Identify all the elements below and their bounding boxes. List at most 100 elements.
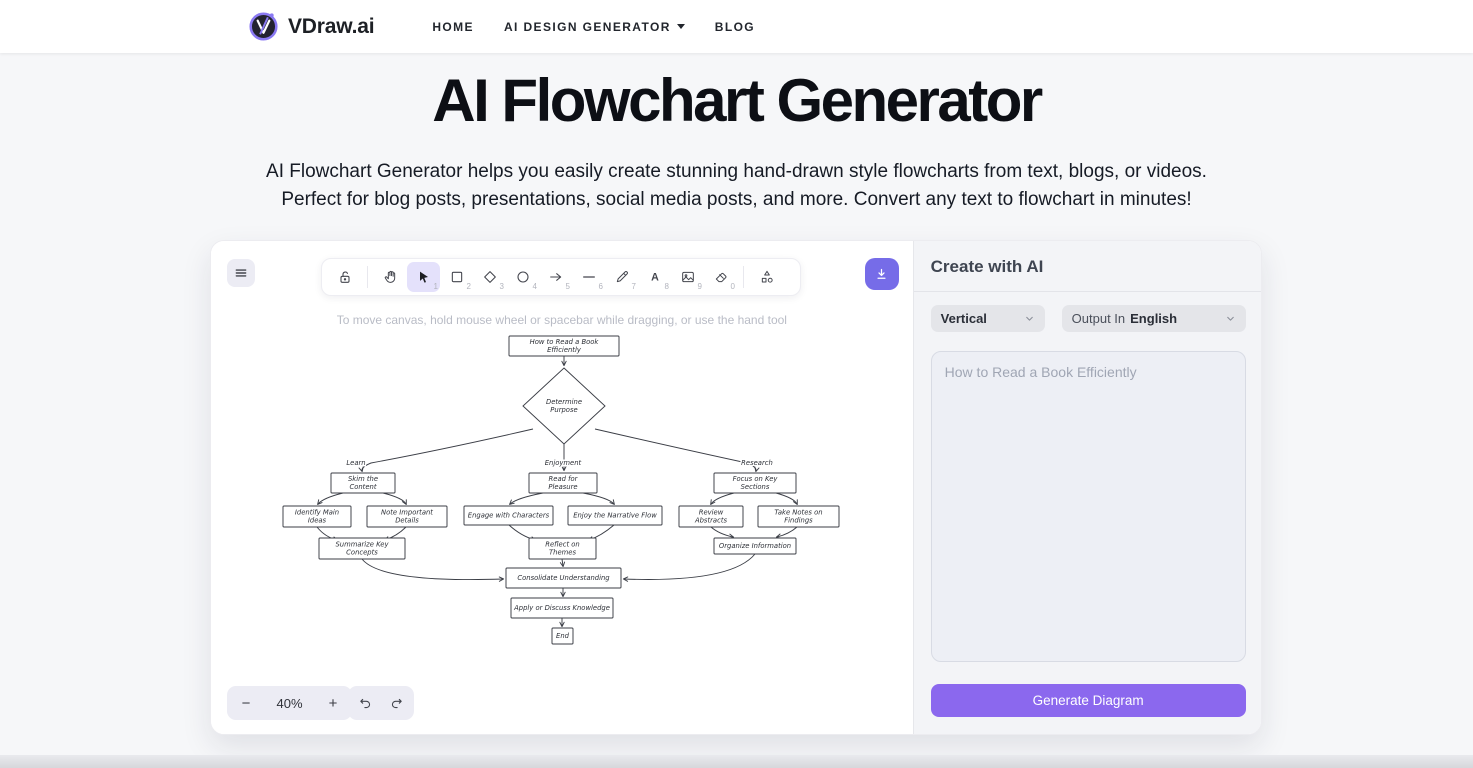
svg-text:How to Read a Book: How to Read a Book <box>530 338 600 346</box>
eraser-icon <box>713 269 729 285</box>
line-tool-button[interactable]: 6 <box>572 262 605 292</box>
hamburger-icon <box>234 266 248 280</box>
svg-text:Note Important: Note Important <box>381 509 433 517</box>
output-value: English <box>1130 311 1177 326</box>
svg-text:Enjoyment: Enjoyment <box>545 459 582 467</box>
svg-text:Purpose: Purpose <box>550 406 577 414</box>
zoom-in-button[interactable]: + <box>314 686 352 720</box>
svg-text:Content: Content <box>349 483 376 491</box>
svg-text:A: A <box>651 271 659 283</box>
subtitle-line-1: AI Flowchart Generator helps you easily … <box>0 158 1473 186</box>
brand-name: VDraw.ai <box>288 15 374 39</box>
svg-text:Take Notes on: Take Notes on <box>774 509 822 517</box>
zoom-level[interactable]: 40% <box>265 696 314 711</box>
drawing-canvas[interactable]: 1 2 3 4 <box>211 241 913 734</box>
svg-text:Pleasure: Pleasure <box>548 483 577 491</box>
image-tool-button[interactable]: 9 <box>671 262 704 292</box>
page-bottom-strip <box>0 755 1473 768</box>
generate-diagram-button[interactable]: Generate Diagram <box>931 684 1246 717</box>
download-icon <box>874 267 889 282</box>
canvas-hint: To move canvas, hold mouse wheel or spac… <box>211 313 913 327</box>
menu-button[interactable] <box>227 259 255 287</box>
brand-logo[interactable]: VDraw.ai <box>248 11 374 42</box>
panel-selects: Vertical Output In English <box>931 305 1246 332</box>
canvas-flowchart[interactable]: How to Read a BookEfficiently DeterminePu… <box>281 331 851 661</box>
svg-text:Summarize Key: Summarize Key <box>335 541 389 549</box>
zoom-out-button[interactable]: − <box>227 686 265 720</box>
shapes-tool-button[interactable] <box>750 262 783 292</box>
svg-text:Learn: Learn <box>346 459 365 467</box>
svg-text:Abstracts: Abstracts <box>694 516 728 524</box>
svg-text:Skim the: Skim the <box>348 475 378 483</box>
diamond-tool-button[interactable]: 3 <box>473 262 506 292</box>
svg-text:Themes: Themes <box>549 548 576 556</box>
output-label: Output In <box>1072 311 1125 326</box>
history-controls <box>348 686 414 720</box>
svg-text:Ideas: Ideas <box>308 516 327 524</box>
selection-tool-button[interactable]: 1 <box>407 262 440 292</box>
ellipse-icon <box>515 269 531 285</box>
nav-item-ai-design-generator[interactable]: AI DESIGN GENERATOR <box>504 20 685 34</box>
rectangle-tool-button[interactable]: 2 <box>440 262 473 292</box>
svg-text:Focus on Key: Focus on Key <box>733 475 779 483</box>
prompt-input[interactable] <box>931 351 1246 662</box>
undo-icon <box>358 696 373 711</box>
svg-text:Identify Main: Identify Main <box>295 509 339 517</box>
pencil-icon <box>614 269 630 285</box>
svg-text:Research: Research <box>741 459 773 467</box>
cursor-icon <box>416 269 432 285</box>
image-icon <box>680 269 696 285</box>
svg-text:Review: Review <box>699 509 724 517</box>
svg-text:Apply or Discuss Knowledge: Apply or Discuss Knowledge <box>513 604 610 612</box>
page-title: AI Flowchart Generator <box>0 66 1473 135</box>
redo-button[interactable] <box>383 689 411 717</box>
text-icon: A <box>647 269 663 285</box>
toolbar-divider <box>743 266 744 288</box>
generator-card: 1 2 3 4 <box>210 240 1262 735</box>
svg-text:Consolidate Understanding: Consolidate Understanding <box>517 574 610 582</box>
text-tool-button[interactable]: A 8 <box>638 262 671 292</box>
output-language-select[interactable]: Output In English <box>1062 305 1246 332</box>
svg-text:Engage with Characters: Engage with Characters <box>468 512 550 520</box>
chevron-down-icon <box>677 24 685 29</box>
svg-text:Details: Details <box>395 516 419 524</box>
draw-tool-button[interactable]: 7 <box>605 262 638 292</box>
toolbar-divider <box>367 266 368 288</box>
vdraw-logo-icon <box>248 11 279 42</box>
svg-text:Efficiently: Efficiently <box>547 346 582 354</box>
svg-text:Concepts: Concepts <box>346 548 378 556</box>
nav-links: HOME AI DESIGN GENERATOR BLOG <box>432 20 755 34</box>
page-subtitle: AI Flowchart Generator helps you easily … <box>0 158 1473 214</box>
svg-text:Findings: Findings <box>784 516 813 524</box>
panel-title: Create with AI <box>914 241 1261 292</box>
svg-text:End: End <box>556 632 570 640</box>
nav-item-blog[interactable]: BLOG <box>715 20 755 34</box>
download-button[interactable] <box>865 258 899 290</box>
svg-text:Sections: Sections <box>741 483 770 491</box>
svg-text:Reflect on: Reflect on <box>545 541 580 549</box>
svg-text:Determine: Determine <box>546 398 582 406</box>
top-navbar: VDraw.ai HOME AI DESIGN GENERATOR BLOG <box>0 0 1473 53</box>
arrow-icon <box>548 269 564 285</box>
arrow-tool-button[interactable]: 5 <box>539 262 572 292</box>
direction-value: Vertical <box>941 311 1024 326</box>
ellipse-tool-button[interactable]: 4 <box>506 262 539 292</box>
rectangle-icon <box>449 269 465 285</box>
tool-toolbar: 1 2 3 4 <box>321 258 801 296</box>
hand-tool-button[interactable] <box>374 262 407 292</box>
lock-tool-button[interactable] <box>328 262 361 292</box>
hand-icon <box>383 269 399 285</box>
lock-open-icon <box>337 269 353 285</box>
direction-select[interactable]: Vertical <box>931 305 1045 332</box>
redo-icon <box>389 696 404 711</box>
chevron-down-icon <box>1225 313 1236 324</box>
undo-button[interactable] <box>351 689 379 717</box>
nav-item-home[interactable]: HOME <box>432 20 474 34</box>
eraser-tool-button[interactable]: 0 <box>704 262 737 292</box>
chevron-down-icon <box>1024 313 1035 324</box>
diamond-icon <box>482 269 498 285</box>
svg-text:Organize Information: Organize Information <box>719 542 791 550</box>
create-with-ai-panel: Create with AI Vertical Output In Englis… <box>913 241 1261 734</box>
svg-text:Read for: Read for <box>549 475 579 483</box>
subtitle-line-2: Perfect for blog posts, presentations, s… <box>0 186 1473 214</box>
